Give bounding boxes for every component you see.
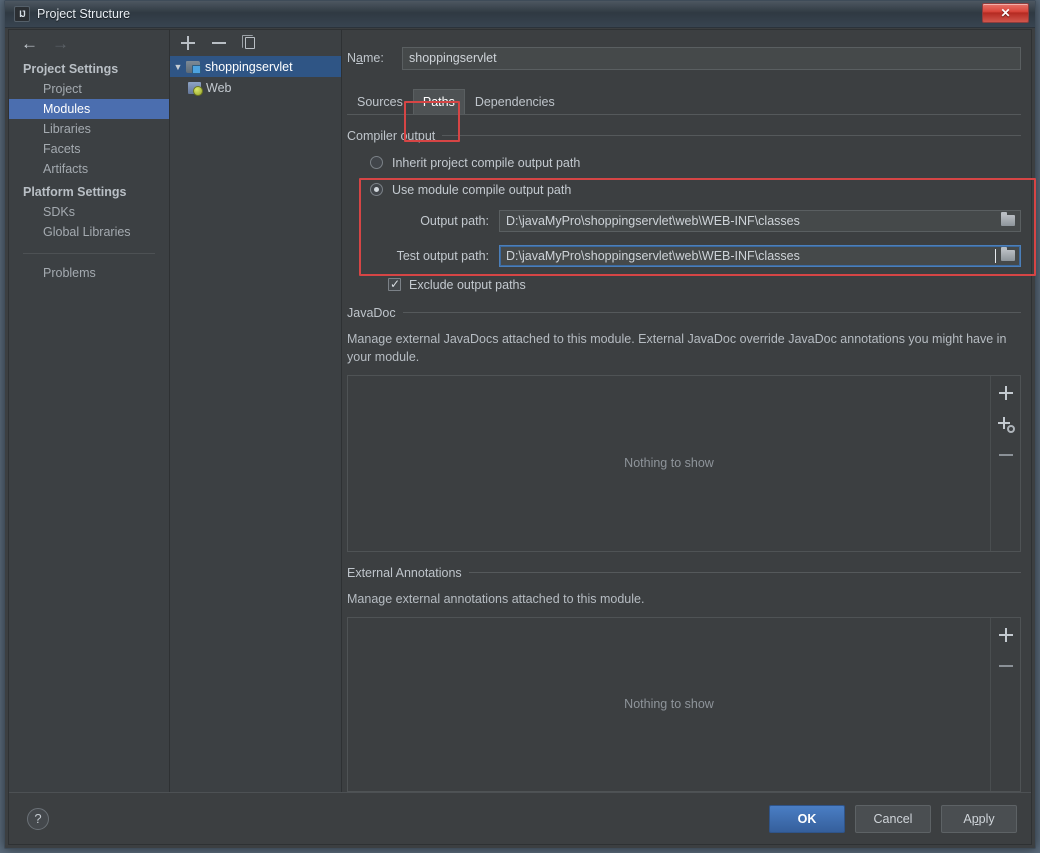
module-settings-panel: Name: Sources Paths Dependencies <box>342 30 1036 793</box>
output-path-field[interactable]: D:\javaMyPro\shoppingservlet\web\WEB-INF… <box>499 209 1021 232</box>
inherit-output-radio[interactable] <box>370 156 383 170</box>
apply-button[interactable]: Ap ply <box>941 804 1017 833</box>
settings-sidebar: ← → Project Settings Project Modules Lib… <box>9 30 170 792</box>
folder-icon <box>1001 247 1015 262</box>
navigation-bar: ← → <box>9 30 169 56</box>
module-name-row: Name: <box>347 46 1021 71</box>
gear-icon <box>1006 424 1015 433</box>
module-name-input[interactable] <box>402 46 1021 70</box>
external-annotations-list-panel: Nothing to show <box>347 616 1021 793</box>
tabs-underline <box>347 113 1021 115</box>
sidebar-item-modules[interactable]: Modules <box>9 99 169 119</box>
inherit-output-radio-row[interactable]: Inherit project compile output path <box>347 156 1021 170</box>
output-path-label: Output path: <box>420 213 489 228</box>
sidebar-item-sdks[interactable]: SDKs <box>9 202 169 222</box>
external-annotations-title: External Annotations <box>347 565 462 580</box>
module-settings-inner: Name: Sources Paths Dependencies <box>347 30 1036 793</box>
web-facet-icon <box>188 81 203 96</box>
tab-paths[interactable]: Paths <box>412 88 465 115</box>
tree-node-shoppingservlet[interactable]: ▼ shoppingservlet <box>170 56 341 77</box>
intellij-idea-icon <box>14 6 30 22</box>
output-path-value: D:\javaMyPro\shoppingservlet\web\WEB-INF… <box>506 213 800 228</box>
sidebar-item-global-libraries[interactable]: Global Libraries <box>9 222 169 242</box>
javadoc-list-panel: Nothing to show <box>347 374 1021 552</box>
tree-node-label: Web <box>206 80 232 95</box>
module-tree-pane: ▼ shoppingservlet Web <box>170 30 342 792</box>
tab-dependencies[interactable]: Dependencies <box>465 89 565 115</box>
module-output-radio-row[interactable]: Use module compile output path <box>347 183 1021 197</box>
cancel-button[interactable]: Cancel <box>855 804 931 833</box>
copy-module-button[interactable] <box>242 35 255 49</box>
module-output-label: Use module compile output path <box>392 182 572 197</box>
sidebar-item-facets[interactable]: Facets <box>9 139 169 159</box>
content-row: ← → Project Settings Project Modules Lib… <box>9 30 1036 793</box>
output-path-row: Output path: D:\javaMyPro\shoppingservle… <box>347 209 1021 232</box>
compiler-output-title: Compiler output <box>347 128 436 143</box>
module-icon <box>186 60 201 74</box>
window-title: Project Structure <box>37 7 131 21</box>
output-path-browse-button[interactable] <box>996 211 1020 231</box>
inherit-output-label: Inherit project compile output path <box>392 155 581 170</box>
dialog-button-group: OK Cancel Ap ply <box>769 804 1017 833</box>
add-module-button[interactable] <box>181 36 195 50</box>
dialog-body: ← → Project Settings Project Modules Lib… <box>8 29 1036 845</box>
section-rule <box>442 135 1021 137</box>
sidebar-group-platform-settings: Platform Settings <box>23 185 127 199</box>
sidebar-divider <box>23 253 155 254</box>
exclude-output-paths-row[interactable]: Exclude output paths <box>347 277 1021 292</box>
exclude-output-paths-label: Exclude output paths <box>409 277 526 292</box>
sidebar-item-artifacts[interactable]: Artifacts <box>9 159 169 179</box>
tree-node-label: shoppingservlet <box>205 59 293 74</box>
external-annotations-section-header: External Annotations <box>347 566 1021 580</box>
project-structure-window: Project Structure ✕ ← → Project Settings… <box>4 0 1036 849</box>
question-mark-icon: ? <box>34 811 42 826</box>
external-annotations-toolbar <box>990 617 1020 792</box>
test-output-path-row: Test output path: D:\javaMyPro\shoppings… <box>347 244 1021 267</box>
javadoc-toolbar <box>990 375 1020 551</box>
module-output-radio[interactable] <box>370 183 383 197</box>
remove-module-button[interactable] <box>212 36 226 50</box>
javadoc-title: JavaDoc <box>347 305 396 320</box>
help-button[interactable]: ? <box>27 807 49 830</box>
tab-sources[interactable]: Sources <box>347 89 413 115</box>
forward-arrow-icon[interactable]: → <box>52 35 69 52</box>
dialog-footer: ? OK Cancel Ap ply <box>9 792 1031 844</box>
back-arrow-icon[interactable]: ← <box>21 35 38 52</box>
annotations-remove-button[interactable] <box>998 658 1014 674</box>
close-icon: ✕ <box>1000 6 1011 20</box>
section-rule <box>468 572 1021 574</box>
compiler-output-section-header: Compiler output <box>347 129 1021 143</box>
javadoc-description: Manage external JavaDocs attached to thi… <box>347 331 1007 364</box>
titlebar-sheen <box>5 1 1035 13</box>
module-tabs: Sources Paths Dependencies <box>347 86 1021 115</box>
annotations-add-button[interactable] <box>998 627 1014 643</box>
test-output-path-value: D:\javaMyPro\shoppingservlet\web\WEB-INF… <box>506 248 800 263</box>
tree-node-web[interactable]: Web <box>170 77 341 98</box>
javadoc-remove-button[interactable] <box>998 447 1014 463</box>
javadoc-add-button[interactable] <box>998 385 1014 401</box>
sidebar-group-project-settings: Project Settings <box>23 62 119 76</box>
module-tree-toolbar <box>170 30 341 56</box>
javadoc-empty-text: Nothing to show <box>624 456 714 471</box>
window-title-bar: Project Structure ✕ <box>5 1 1035 28</box>
chevron-down-icon[interactable]: ▼ <box>170 62 186 72</box>
exclude-output-paths-checkbox[interactable] <box>388 277 401 292</box>
folder-icon <box>1001 212 1015 227</box>
test-output-path-field[interactable]: D:\javaMyPro\shoppingservlet\web\WEB-INF… <box>499 244 1021 267</box>
javadoc-add-url-button[interactable] <box>997 416 1015 433</box>
sidebar-item-problems[interactable]: Problems <box>9 263 169 283</box>
close-button[interactable]: ✕ <box>982 3 1029 23</box>
external-annotations-description: Manage external annotations attached to … <box>347 591 645 606</box>
sidebar-item-project[interactable]: Project <box>9 79 169 99</box>
external-annotations-empty-text: Nothing to show <box>624 697 714 712</box>
test-output-path-browse-button[interactable] <box>996 246 1020 266</box>
ok-button[interactable]: OK <box>769 804 845 833</box>
javadoc-section-header: JavaDoc <box>347 306 1021 320</box>
module-name-label: Name: <box>347 51 384 66</box>
test-output-path-label: Test output path: <box>396 248 489 263</box>
section-rule <box>402 312 1021 314</box>
sidebar-item-libraries[interactable]: Libraries <box>9 119 169 139</box>
